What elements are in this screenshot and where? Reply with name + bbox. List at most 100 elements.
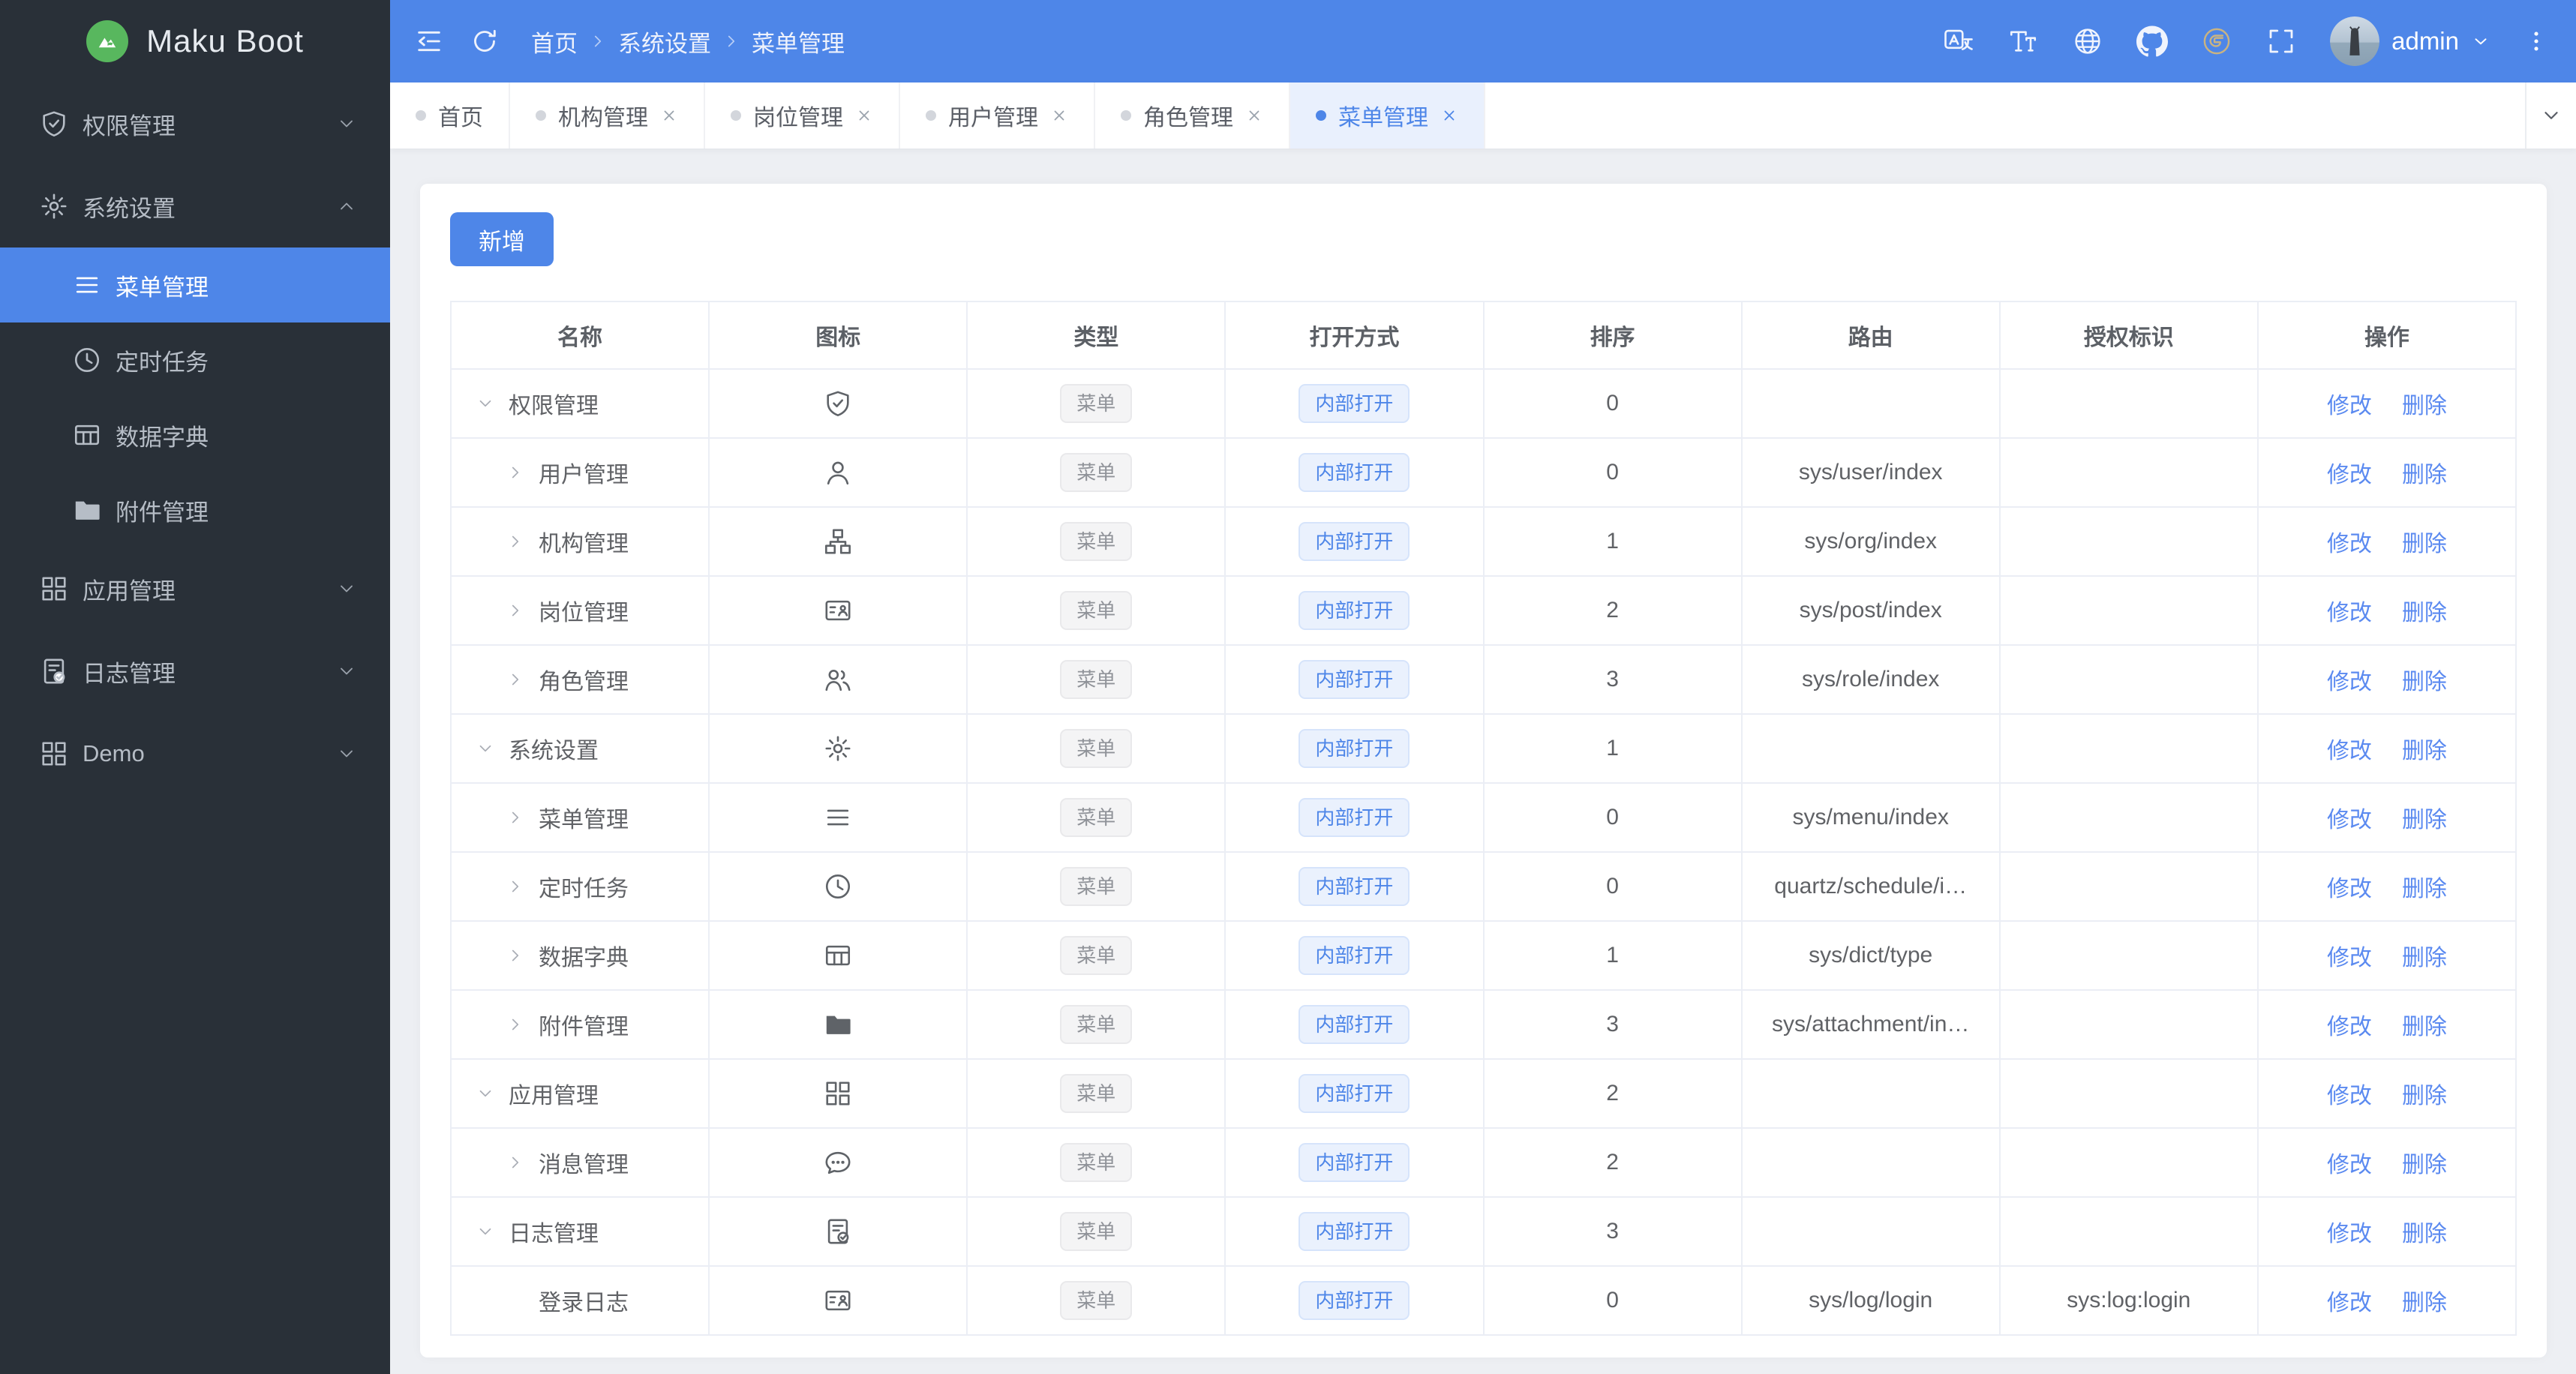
tab-close-icon[interactable] bbox=[1440, 106, 1458, 124]
sidebar-subitem[interactable]: 定时任务 bbox=[0, 322, 390, 398]
delete-link[interactable]: 删除 bbox=[2402, 1153, 2447, 1178]
sort-cell: 2 bbox=[1482, 1058, 1743, 1129]
open-mode-cell: 内部打开 bbox=[1224, 782, 1485, 853]
edit-link[interactable]: 修改 bbox=[2327, 394, 2372, 418]
icon-cell bbox=[708, 1265, 968, 1336]
edit-link[interactable]: 修改 bbox=[2327, 1291, 2372, 1316]
sidebar-item[interactable]: 系统设置 bbox=[0, 165, 390, 248]
add-button[interactable]: 新增 bbox=[450, 212, 554, 266]
sidebar-item[interactable]: 应用管理 bbox=[0, 548, 390, 630]
tab-item[interactable]: 用户管理 bbox=[900, 82, 1095, 148]
breadcrumb-item[interactable]: 菜单管理 bbox=[752, 25, 845, 58]
collapse-row-icon[interactable] bbox=[476, 394, 509, 413]
grid-icon bbox=[824, 1079, 852, 1108]
collapse-row-icon[interactable] bbox=[476, 1084, 509, 1103]
more-options-icon[interactable] bbox=[2523, 26, 2549, 57]
github-icon[interactable] bbox=[2136, 26, 2169, 57]
sidebar-subitem[interactable]: 菜单管理 bbox=[0, 248, 390, 322]
gitee-icon[interactable] bbox=[2201, 26, 2232, 57]
folder-icon bbox=[824, 1010, 852, 1039]
delete-link[interactable]: 删除 bbox=[2402, 1222, 2447, 1246]
delete-link[interactable]: 删除 bbox=[2402, 394, 2447, 418]
edit-link[interactable]: 修改 bbox=[2327, 739, 2372, 764]
edit-link[interactable]: 修改 bbox=[2327, 601, 2372, 626]
edit-link[interactable]: 修改 bbox=[2327, 1015, 2372, 1040]
tab-close-icon[interactable] bbox=[1050, 106, 1068, 124]
tab-item[interactable]: 首页 bbox=[390, 82, 510, 148]
name-cell: 附件管理 bbox=[449, 989, 710, 1060]
open-mode-tag: 内部打开 bbox=[1299, 729, 1410, 768]
delete-link[interactable]: 删除 bbox=[2402, 1291, 2447, 1316]
user-menu[interactable]: admin bbox=[2330, 16, 2490, 66]
fullscreen-icon[interactable] bbox=[2265, 26, 2297, 57]
expand-row-icon[interactable] bbox=[506, 877, 539, 896]
delete-link[interactable]: 删除 bbox=[2402, 670, 2447, 694]
edit-link[interactable]: 修改 bbox=[2327, 1084, 2372, 1108]
collapse-row-icon[interactable] bbox=[476, 1222, 509, 1241]
table-row: 权限管理 菜单 内部打开 0 修改 删除 bbox=[449, 368, 2517, 439]
tab-active[interactable]: 菜单管理 bbox=[1290, 82, 1485, 148]
expand-row-icon[interactable] bbox=[506, 1015, 539, 1034]
delete-link[interactable]: 删除 bbox=[2402, 808, 2447, 832]
icon-cell bbox=[708, 782, 968, 853]
expand-row-icon[interactable] bbox=[506, 670, 539, 689]
edit-link[interactable]: 修改 bbox=[2327, 877, 2372, 902]
delete-link[interactable]: 删除 bbox=[2402, 946, 2447, 970]
route-cell bbox=[1740, 1196, 2001, 1267]
edit-link[interactable]: 修改 bbox=[2327, 1222, 2372, 1246]
app-logo: Maku Boot bbox=[0, 0, 390, 82]
expand-row-icon[interactable] bbox=[506, 1153, 539, 1172]
breadcrumb-item[interactable]: 系统设置 bbox=[618, 25, 711, 58]
table-header-row: 名称 图标 类型 打开方式 排序 路由 授权标识 操作 bbox=[449, 301, 2517, 370]
open-mode-cell: 内部打开 bbox=[1224, 506, 1485, 577]
collapse-row-icon[interactable] bbox=[476, 739, 509, 758]
delete-link[interactable]: 删除 bbox=[2402, 1015, 2447, 1040]
tab-close-icon[interactable] bbox=[855, 106, 873, 124]
edit-link[interactable]: 修改 bbox=[2327, 463, 2372, 488]
name-wrap: 数据字典 bbox=[452, 939, 707, 972]
delete-link[interactable]: 删除 bbox=[2402, 739, 2447, 764]
grid-icon bbox=[39, 739, 69, 769]
open-mode-cell: 内部打开 bbox=[1224, 575, 1485, 646]
font-size-icon[interactable] bbox=[2007, 26, 2039, 57]
expand-row-icon[interactable] bbox=[506, 808, 539, 827]
sidebar-item[interactable]: 日志管理 bbox=[0, 630, 390, 712]
actions-cell: 修改 删除 bbox=[2256, 1196, 2517, 1267]
delete-link[interactable]: 删除 bbox=[2402, 601, 2447, 626]
collapse-sidebar-icon[interactable] bbox=[413, 25, 446, 58]
tab-close-icon[interactable] bbox=[1245, 106, 1263, 124]
expand-row-icon[interactable] bbox=[506, 946, 539, 965]
sidebar-subitem[interactable]: 附件管理 bbox=[0, 472, 390, 548]
delete-link[interactable]: 删除 bbox=[2402, 877, 2447, 902]
globe-icon[interactable] bbox=[2072, 26, 2103, 57]
expand-row-icon[interactable] bbox=[506, 601, 539, 620]
delete-link[interactable]: 删除 bbox=[2402, 463, 2447, 488]
username: admin bbox=[2391, 27, 2459, 55]
translate-icon[interactable] bbox=[1943, 26, 1974, 57]
delete-link[interactable]: 删除 bbox=[2402, 1084, 2447, 1108]
tab-item[interactable]: 岗位管理 bbox=[705, 82, 900, 148]
chevron-up-icon bbox=[336, 196, 357, 217]
sidebar-item[interactable]: 权限管理 bbox=[0, 82, 390, 165]
edit-link[interactable]: 修改 bbox=[2327, 808, 2372, 832]
dict-icon bbox=[824, 941, 852, 970]
sidebar-item-label: 系统设置 bbox=[83, 195, 176, 222]
edit-link[interactable]: 修改 bbox=[2327, 1153, 2372, 1178]
tab-list-dropdown[interactable] bbox=[2525, 82, 2576, 148]
sidebar-subitem[interactable]: 数据字典 bbox=[0, 398, 390, 472]
sidebar-item[interactable]: Demo bbox=[0, 712, 390, 795]
breadcrumb-item[interactable]: 首页 bbox=[531, 25, 578, 58]
edit-link[interactable]: 修改 bbox=[2327, 946, 2372, 970]
actions-cell: 修改 删除 bbox=[2256, 437, 2517, 508]
tab-close-icon[interactable] bbox=[660, 106, 678, 124]
expand-row-icon[interactable] bbox=[506, 532, 539, 551]
refresh-icon[interactable] bbox=[468, 25, 501, 58]
tab-item[interactable]: 机构管理 bbox=[510, 82, 705, 148]
edit-link[interactable]: 修改 bbox=[2327, 670, 2372, 694]
edit-link[interactable]: 修改 bbox=[2327, 532, 2372, 556]
delete-link[interactable]: 删除 bbox=[2402, 532, 2447, 556]
expand-row-icon[interactable] bbox=[506, 463, 539, 482]
sort-cell: 1 bbox=[1482, 713, 1743, 784]
sort-cell: 1 bbox=[1482, 506, 1743, 577]
tab-item[interactable]: 角色管理 bbox=[1095, 82, 1290, 148]
